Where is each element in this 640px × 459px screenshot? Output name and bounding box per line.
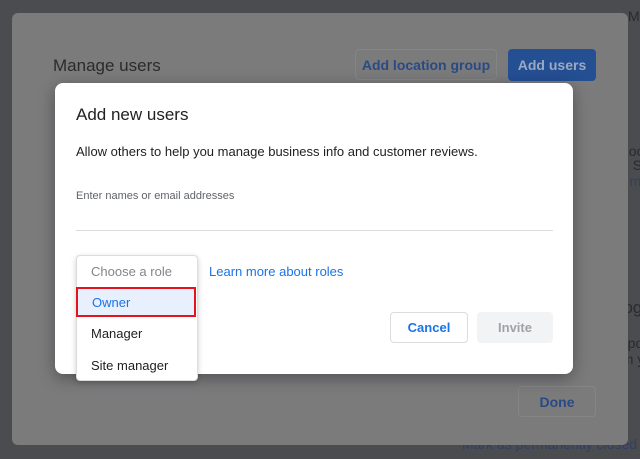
role-option-site-manager[interactable]: Site manager xyxy=(77,350,197,381)
role-dropdown[interactable]: Choose a role Owner Manager Site manager xyxy=(76,255,198,381)
done-button[interactable]: Done xyxy=(518,386,596,417)
role-option-owner[interactable]: Owner xyxy=(76,287,196,317)
learn-more-roles-link[interactable]: Learn more about roles xyxy=(209,264,343,279)
email-input[interactable]: Enter names or email addresses xyxy=(76,190,234,202)
add-location-group-button[interactable]: Add location group xyxy=(355,49,497,80)
dialog-title: Add new users xyxy=(76,105,189,124)
dialog-description: Allow others to help you manage business… xyxy=(76,144,478,159)
role-option-manager[interactable]: Manager xyxy=(77,318,197,349)
invite-button[interactable]: Invite xyxy=(477,312,553,343)
cancel-button[interactable]: Cancel xyxy=(390,312,468,343)
panel-title: Manage users xyxy=(53,56,161,75)
add-users-button[interactable]: Add users xyxy=(508,49,596,81)
email-input-underline xyxy=(76,230,553,231)
bg-fragment: Mar xyxy=(628,8,640,24)
role-placeholder[interactable]: Choose a role xyxy=(77,256,197,287)
